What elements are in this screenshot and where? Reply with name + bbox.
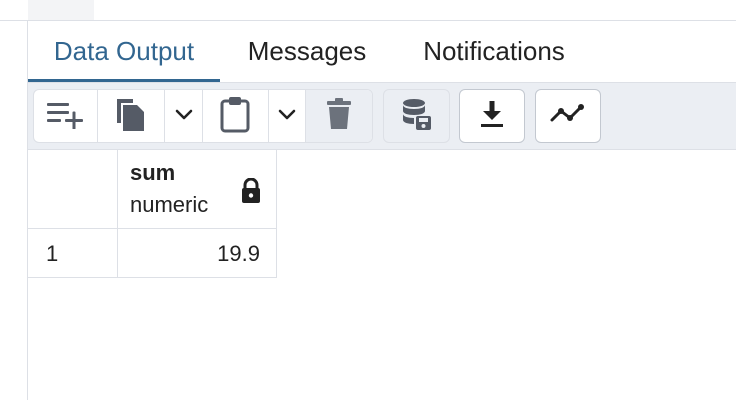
trash-icon: [325, 97, 353, 136]
tab-notifications-label: Notifications: [423, 36, 565, 66]
data-output-toolbar: [28, 82, 736, 150]
query-result-panel: Data Output Messages Notifications sum n…: [0, 0, 736, 400]
cell-value: 19.9: [217, 241, 260, 266]
edit-button-group: [33, 89, 373, 143]
table-cell-sum[interactable]: 19.9: [118, 229, 277, 278]
paste-icon: [219, 95, 251, 138]
download-button[interactable]: [459, 89, 525, 143]
row-number-cell[interactable]: 1: [28, 229, 118, 278]
result-tabs: Data Output Messages Notifications: [28, 21, 736, 82]
row-number-header: [28, 150, 118, 229]
tab-data-output-label: Data Output: [53, 36, 195, 66]
column-name: sum: [130, 160, 176, 185]
column-header-sum[interactable]: sum numeric: [118, 150, 277, 229]
chevron-down-icon: [174, 107, 194, 126]
add-row-button[interactable]: [34, 90, 98, 142]
top-strip: [0, 0, 736, 21]
graph-visualiser-button[interactable]: [535, 89, 601, 143]
column-type: numeric: [130, 192, 209, 217]
top-strip-corner: [28, 0, 94, 20]
graph-visualiser-icon: [549, 102, 587, 131]
delete-button[interactable]: [306, 90, 372, 142]
tab-messages[interactable]: Messages: [232, 21, 382, 82]
tab-messages-label: Messages: [247, 36, 367, 66]
save-data-icon: [401, 97, 433, 136]
row-number: 1: [46, 241, 59, 266]
copy-icon: [114, 95, 148, 138]
paste-button[interactable]: [203, 90, 269, 142]
copy-dropdown-button[interactable]: [165, 90, 203, 142]
paste-dropdown-button[interactable]: [269, 90, 307, 142]
save-data-button[interactable]: [383, 89, 450, 143]
chevron-down-icon: [277, 107, 297, 126]
add-row-icon: [45, 99, 85, 134]
download-icon: [479, 99, 505, 134]
tab-notifications[interactable]: Notifications: [402, 21, 586, 82]
copy-button[interactable]: [98, 90, 166, 142]
lock-icon: [240, 177, 262, 209]
tab-data-output[interactable]: Data Output: [28, 21, 220, 82]
